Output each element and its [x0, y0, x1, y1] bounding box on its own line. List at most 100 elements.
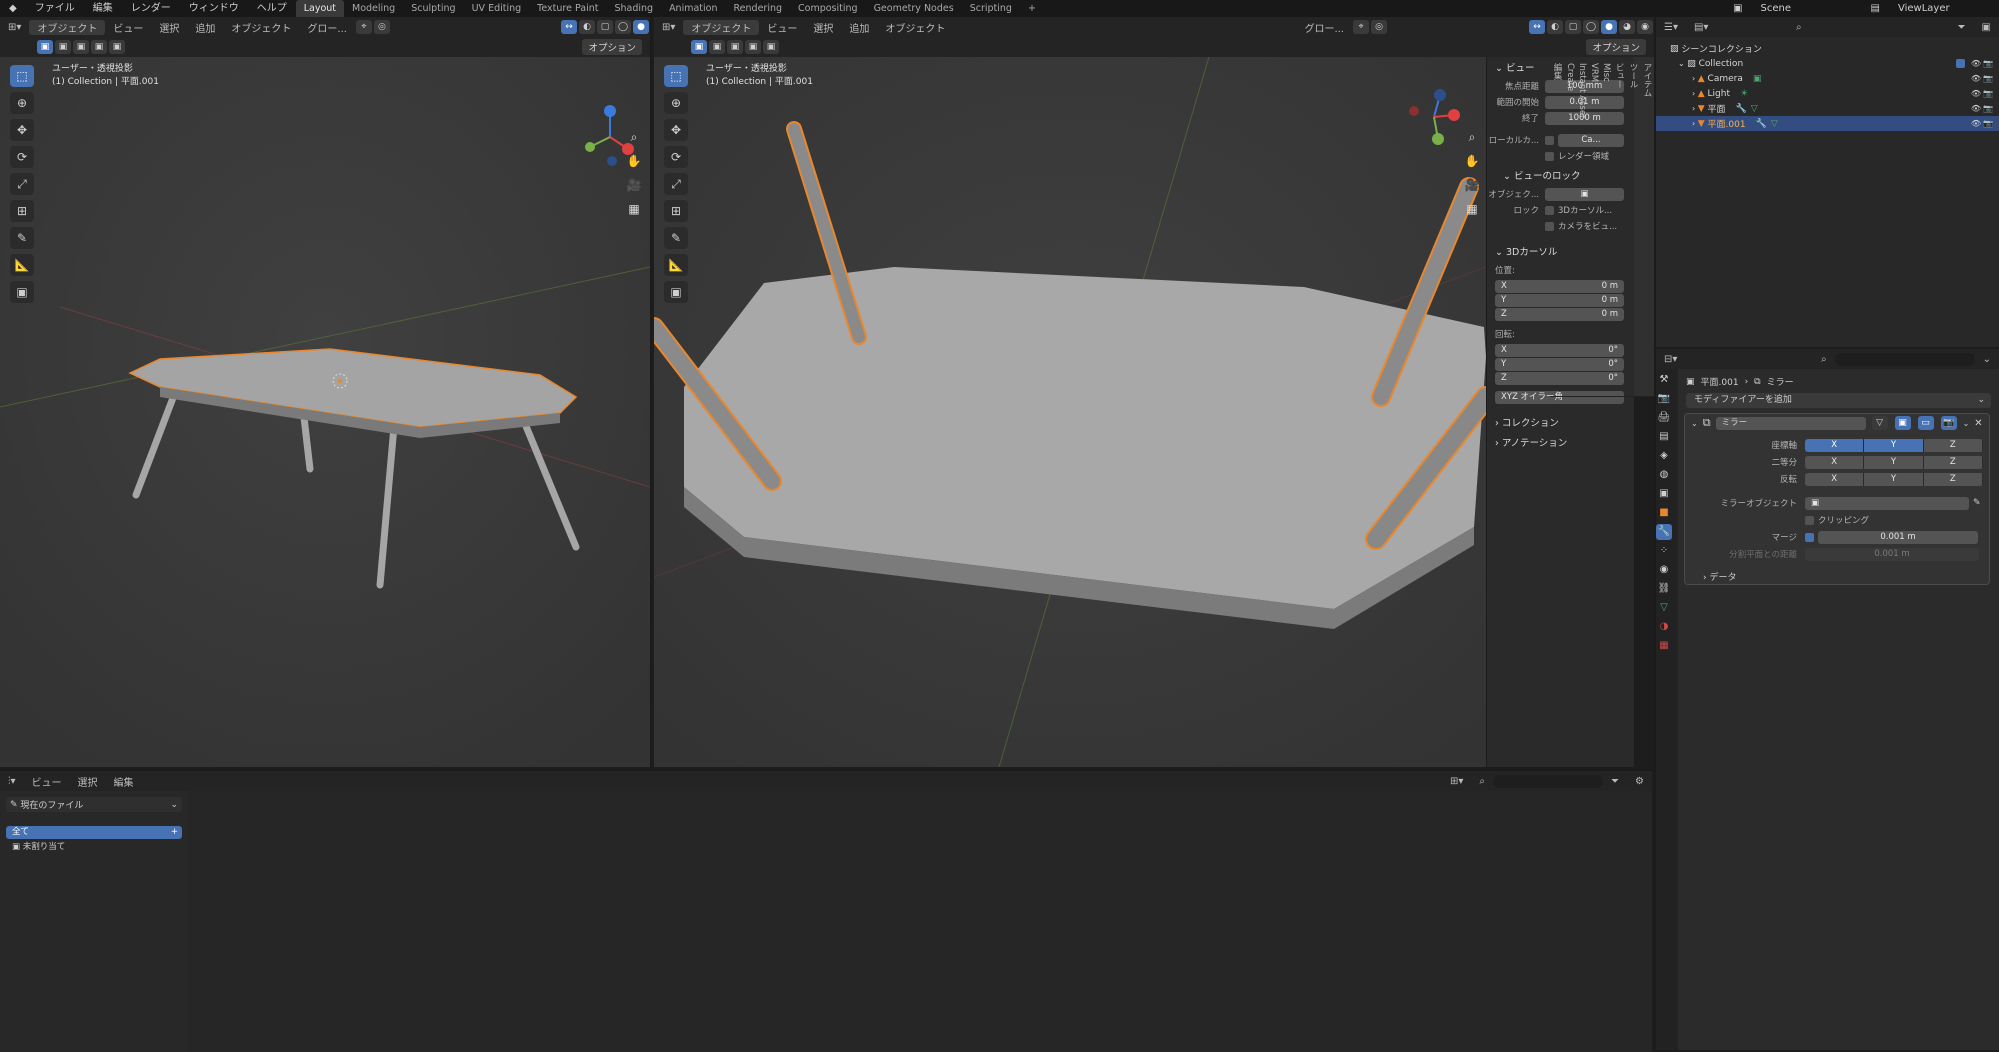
add-cube-tool-icon[interactable]: ▣ — [10, 281, 34, 303]
collapse-icon[interactable]: ⌄ — [1691, 419, 1698, 428]
select-set-icon[interactable]: ▣ — [37, 40, 53, 54]
tab-compositing[interactable]: Compositing — [790, 0, 866, 17]
axis-z-toggle[interactable]: Z — [1923, 438, 1983, 452]
modifier-name-field[interactable]: ミラー — [1715, 416, 1866, 430]
render-camera-icon[interactable]: 📷 — [1983, 59, 1993, 68]
asset-search-icon[interactable]: ⌕ — [1471, 776, 1493, 787]
select-box-tool-icon[interactable]: ⬚ — [10, 65, 34, 87]
xray-toggle-icon[interactable]: ▢ — [597, 20, 613, 34]
editor-type-icon[interactable]: ⊞▾ — [654, 22, 683, 33]
outliner-search-icon[interactable]: ⌕ — [1788, 22, 1810, 33]
axis-y-toggle[interactable]: Y — [1864, 438, 1924, 452]
tab-shading[interactable]: Shading — [606, 0, 661, 17]
display-mode-icon[interactable]: ▤▾ — [1686, 22, 1716, 33]
menu-view[interactable]: ビュー — [759, 20, 805, 35]
menu-edit[interactable]: 編集 — [106, 774, 142, 789]
visibility-eye-icon[interactable]: 👁 — [1971, 104, 1981, 113]
scale-tool-icon[interactable]: ⤢ — [10, 173, 34, 195]
tab-create[interactable]: Create — [1564, 57, 1576, 397]
proportional-edit-icon[interactable]: ◎ — [1371, 20, 1387, 34]
select-extend-icon[interactable]: ▣ — [55, 40, 71, 54]
asset-editor-icon[interactable]: ⫶▾ — [0, 776, 24, 787]
render-shading-icon[interactable]: ◉ — [1637, 20, 1653, 34]
flip-y-toggle[interactable]: Y — [1864, 472, 1924, 486]
visibility-eye-icon[interactable]: 👁 — [1971, 59, 1981, 68]
annotate-tool-icon[interactable]: ✎ — [664, 227, 688, 249]
bisect-z-toggle[interactable]: Z — [1923, 455, 1983, 469]
outliner-row-plane[interactable]: › ▼ 平面 🔧 ▽ 👁 📷 — [1656, 101, 1999, 116]
select-set-icon[interactable]: ▣ — [691, 40, 707, 54]
visibility-eye-icon[interactable]: 👁 — [1971, 74, 1981, 83]
library-selector[interactable]: ✎ 現在のファイル ⌄ — [6, 797, 182, 812]
tab-instant-asset[interactable]: Instant Asset — [1576, 57, 1588, 397]
menu-select[interactable]: 選択 — [805, 20, 841, 35]
snap-icon[interactable]: ⌖ — [355, 20, 372, 34]
proportional-edit-icon[interactable]: ◎ — [373, 20, 390, 34]
add-workspace-button[interactable]: + — [1020, 0, 1044, 17]
tab-misc[interactable]: Misc — [1600, 57, 1612, 397]
select-subtract-icon[interactable]: ▣ — [73, 40, 89, 54]
world-tab-icon[interactable]: ◍ — [1656, 467, 1672, 483]
render-camera-icon[interactable]: 📷 — [1983, 74, 1993, 83]
eyedropper-icon[interactable]: ✎ — [1973, 498, 1981, 508]
outliner-row-camera[interactable]: › ▲ Camera ▣ 👁 📷 — [1656, 71, 1999, 86]
properties-options-icon[interactable]: ⌄ — [1975, 354, 1999, 365]
xray-toggle-icon[interactable]: ▢ — [1565, 20, 1581, 34]
tab-geometry-nodes[interactable]: Geometry Nodes — [866, 0, 962, 17]
wireframe-shading-icon[interactable]: ◯ — [615, 20, 631, 34]
outliner-row-light[interactable]: › ▲ Light ☀ 👁 📷 — [1656, 86, 1999, 101]
edit-mode-toggle-icon[interactable]: ▣ — [1894, 416, 1911, 430]
scene-selector[interactable]: Scene — [1752, 0, 1862, 17]
collection-checkbox[interactable] — [1956, 59, 1965, 68]
tab-modeling[interactable]: Modeling — [344, 0, 403, 17]
view-layer-tab-icon[interactable]: ▤ — [1656, 429, 1672, 445]
properties-search-input[interactable] — [1834, 352, 1975, 366]
merge-checkbox[interactable] — [1805, 532, 1814, 542]
menu-view[interactable]: ビュー — [24, 774, 70, 789]
gizmo-toggle-icon[interactable]: ↔ — [1529, 20, 1545, 34]
data-tab-icon[interactable]: ▽ — [1656, 600, 1672, 616]
axis-x-toggle[interactable]: X — [1805, 438, 1865, 452]
grid-toggle-icon[interactable]: ▦ — [1462, 199, 1482, 219]
display-mode-icon[interactable]: ⊞▾ — [1442, 776, 1471, 787]
expand-icon[interactable]: ⌄ — [1678, 59, 1687, 68]
menu-add[interactable]: 追加 — [841, 20, 877, 35]
menu-render[interactable]: レンダー — [122, 0, 180, 17]
collection-section-header[interactable]: › コレクション — [1487, 412, 1634, 432]
tab-texture-paint[interactable]: Texture Paint — [529, 0, 606, 17]
catalog-all[interactable]: 全て + — [6, 826, 182, 839]
pan-hand-icon[interactable]: ✋ — [1462, 151, 1482, 171]
tab-item[interactable]: アイテム — [1640, 57, 1654, 397]
remove-modifier-icon[interactable]: ✕ — [1974, 418, 1982, 429]
options-button[interactable]: オプション — [582, 39, 642, 55]
object-tab-icon[interactable]: ■ — [1656, 505, 1672, 521]
select-invert-icon[interactable]: ▣ — [763, 40, 779, 54]
menu-select[interactable]: 選択 — [151, 20, 187, 35]
measure-tool-icon[interactable]: 📐 — [10, 254, 34, 276]
menu-window[interactable]: ウィンドウ — [180, 0, 248, 17]
select-extend-icon[interactable]: ▣ — [709, 40, 725, 54]
select-intersect-icon[interactable]: ▣ — [745, 40, 761, 54]
mirror-object-field[interactable]: ▣ — [1805, 496, 1969, 510]
viewport-toggle-icon[interactable]: ▭ — [1917, 416, 1934, 430]
material-tab-icon[interactable]: ◑ — [1656, 619, 1672, 635]
menu-add[interactable]: 追加 — [187, 20, 223, 35]
viewport-right-canvas[interactable]: ユーザー・透視投影 (1) Collection | 平面.001 ⬚ ⊕ ✥ … — [654, 57, 1486, 767]
menu-select[interactable]: 選択 — [70, 774, 106, 789]
asset-settings-gear-icon[interactable]: ⚙ — [1627, 776, 1652, 787]
solid-shading-icon[interactable]: ● — [633, 20, 649, 34]
transform-tool-icon[interactable]: ⊞ — [10, 200, 34, 222]
add-cube-tool-icon[interactable]: ▣ — [664, 281, 688, 303]
render-toggle-icon[interactable]: 📷 — [1940, 416, 1957, 430]
new-collection-icon[interactable]: ▣ — [1974, 22, 1999, 33]
annotate-tool-icon[interactable]: ✎ — [10, 227, 34, 249]
gizmo-toggle-icon[interactable]: ↔ — [561, 20, 577, 34]
menu-view[interactable]: ビュー — [105, 20, 151, 35]
menu-object[interactable]: オブジェクト — [877, 20, 953, 35]
camera-view-icon[interactable]: 🎥 — [624, 175, 644, 195]
mode-selector[interactable]: オブジェクト — [29, 19, 106, 35]
camera-view-icon[interactable]: 🎥 — [1462, 175, 1482, 195]
cursor-tool-icon[interactable]: ⊕ — [10, 92, 34, 114]
tab-edit[interactable]: 編集 — [1550, 57, 1564, 397]
zoom-icon[interactable]: ⌕ — [624, 127, 644, 147]
